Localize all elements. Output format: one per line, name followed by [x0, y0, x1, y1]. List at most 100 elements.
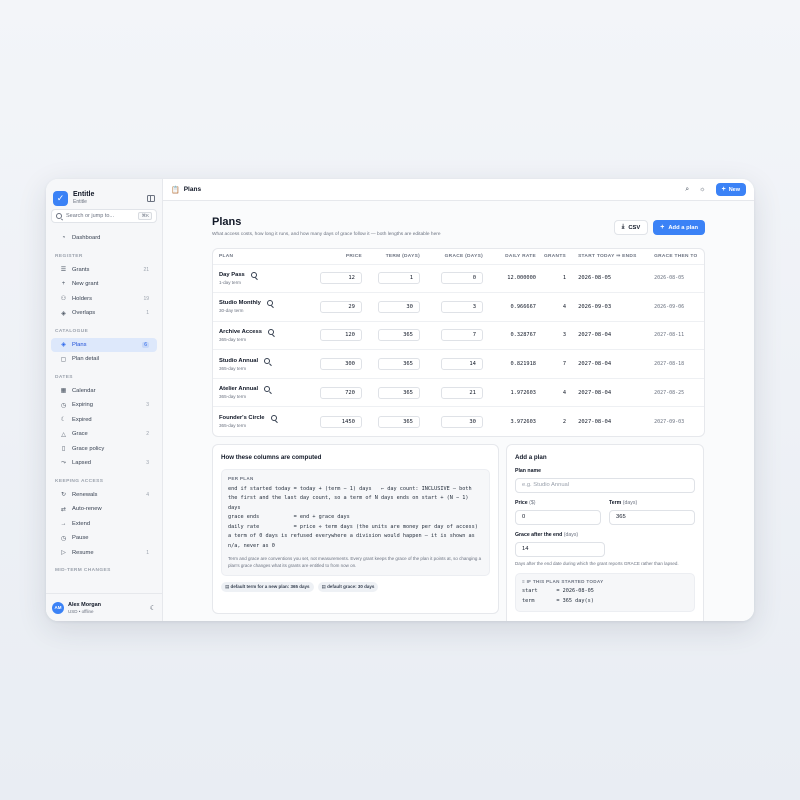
plan-term-label: 365-day term [219, 423, 247, 429]
sidebar-item-count: 3 [146, 460, 149, 467]
term-input[interactable]: 30 [378, 300, 420, 313]
auto-renew-icon: ⇄ [60, 506, 67, 513]
plans-icon: ◈ [61, 342, 66, 349]
search-icon[interactable] [267, 328, 274, 335]
daily-rate: 3.972603 [510, 418, 536, 425]
table-row: Studio Annual 365-day term 300 365 14 0.82191… [213, 349, 704, 379]
term-input[interactable]: 365 [378, 329, 420, 342]
formula-text: end if started today = today + (term − 1… [228, 485, 478, 549]
term-input[interactable]: 1 [378, 272, 420, 285]
price-input[interactable]: 720 [320, 386, 362, 399]
add-plan-button[interactable]: + Add a plan [653, 220, 705, 235]
grace-end-date: 2027-08-25 [650, 378, 704, 408]
price-input[interactable]: 29 [320, 300, 362, 313]
grace-end-date: 2026-09-06 [650, 292, 704, 322]
grace-input[interactable]: 3 [441, 300, 483, 313]
grace-input[interactable]: 14 [441, 358, 483, 371]
breadcrumb: Plans [183, 186, 202, 193]
search-icon[interactable] [264, 386, 271, 393]
pause-icon: ◷ [60, 535, 67, 542]
search-icon[interactable] [264, 357, 271, 364]
sidebar-item-auto-renew[interactable]: ⇄ Auto-renew [51, 502, 157, 517]
started-label: ≡ IF THIS PLAN STARTED TODAY [522, 579, 604, 585]
section-title: CATALOGUE [55, 328, 89, 334]
sidebar-item-label: New grant [72, 281, 99, 288]
term-input[interactable]: 365 [378, 415, 420, 428]
end-date: 2027-08-04 [570, 378, 651, 408]
search-icon[interactable] [270, 415, 277, 422]
download-icon: ⤓ [621, 224, 625, 230]
plan-name: Studio Monthly [219, 300, 261, 307]
sidebar-item-pause[interactable]: ◷ Pause [51, 531, 157, 546]
section-title: REGISTER [55, 253, 83, 259]
sun-icon[interactable]: ☼ [699, 186, 705, 193]
sidebar-item-label: Auto-renew [72, 506, 102, 513]
grace-policy-icon: ▯ [61, 446, 66, 453]
plan-name: Studio Annual [219, 357, 259, 364]
renewals-icon: ↻ [60, 492, 67, 499]
term-input[interactable]: 365 [609, 509, 695, 525]
plan-name-label: Plan name [515, 467, 541, 474]
sidebar-item-overlaps[interactable]: ◈ Overlaps 1 [51, 306, 157, 321]
sidebar-item-expired[interactable]: ☾ Expired [51, 413, 157, 428]
price-input[interactable]: 0 [515, 509, 601, 525]
sidebar-toggle-icon[interactable] [147, 194, 155, 202]
plan-name: Atelier Annual [219, 386, 259, 393]
check-logo-icon: ✓ [53, 190, 68, 206]
price-input[interactable]: 12 [320, 272, 362, 285]
add-plan-title: Add a plan [515, 453, 547, 461]
grace-input[interactable]: 7 [441, 329, 483, 342]
sidebar-item-renewals[interactable]: ↻ Renewals 4 [51, 488, 157, 503]
grants-count: 3 [540, 321, 571, 351]
section-title: MID-TERM CHANGES [55, 568, 111, 573]
sidebar-item-label: Calendar [72, 387, 96, 394]
plan-name: Archive Access [219, 328, 262, 335]
grants-count: 1 [540, 264, 571, 294]
grace-input[interactable]: 30 [441, 415, 483, 428]
col-ends: START TODAY ⇒ ENDS [570, 249, 651, 265]
sidebar-item-plan-detail[interactable]: ▢ Plan detail [51, 352, 157, 367]
search-icon[interactable]: ⌕ [685, 186, 689, 194]
sidebar-item-extend[interactable]: → Extend [51, 517, 157, 532]
sidebar-item-count: 1 [146, 549, 149, 556]
moon-icon[interactable]: ☾ [150, 604, 156, 612]
price-input[interactable]: 300 [320, 358, 362, 371]
add-plan-label: Add a plan [668, 224, 698, 231]
sidebar-item-expiring[interactable]: ◷ Expiring 3 [51, 398, 157, 413]
col-grants: GRANTS [540, 249, 571, 265]
plan-term-label: 365-day term [219, 336, 247, 342]
grace-input[interactable]: 21 [441, 386, 483, 399]
sidebar-item-dashboard[interactable]: ◔ Dashboard [51, 231, 157, 246]
csv-button[interactable]: ⤓ CSV [613, 220, 649, 235]
plan-name-input[interactable]: e.g. Studio Annual [515, 477, 695, 493]
sidebar-item-new-grant[interactable]: + New grant [51, 277, 157, 292]
dashboard-icon: ◔ [61, 235, 66, 242]
grace-input[interactable]: 14 [515, 541, 605, 557]
overlaps-icon: ◈ [61, 310, 66, 317]
sidebar-item-resume[interactable]: ▷ Resume 1 [51, 546, 157, 561]
grace-input[interactable]: 0 [441, 272, 483, 285]
sidebar-item-holders[interactable]: ⚇ Holders 19 [51, 292, 157, 307]
new-button-label: New [728, 186, 740, 193]
grace-label: Grace after the end (days) [515, 531, 579, 538]
term-input[interactable]: 365 [378, 358, 420, 371]
sidebar-item-calendar[interactable]: ▦ Calendar [51, 384, 157, 399]
search-input[interactable]: Search or jump to... ⌘K [51, 209, 157, 223]
col-grace: GRACE (DAYS) [424, 249, 487, 265]
search-icon[interactable] [250, 271, 257, 278]
price-input[interactable]: 1450 [320, 415, 362, 428]
sidebar-item-plans[interactable]: ◈ Plans 6 [51, 337, 157, 352]
search-icon[interactable] [266, 300, 273, 307]
plans-table: PLAN PRICE TERM (DAYS) GRACE (DAYS) DAIL… [213, 249, 704, 436]
sidebar-item-label: Holders [72, 295, 92, 302]
sidebar-item-label: Expiring [72, 402, 93, 409]
price-input[interactable]: 120 [320, 329, 362, 342]
sidebar-item-grants[interactable]: ☰ Grants 21 [51, 263, 157, 278]
sidebar-item-grace[interactable]: △ Grace 2 [51, 427, 157, 442]
sidebar-item-grace-policy[interactable]: ▯ Grace policy [51, 442, 157, 457]
new-button[interactable]: + New [715, 183, 746, 196]
sidebar-item-lapsed[interactable]: ⤳ Lapsed 3 [51, 456, 157, 471]
user-panel[interactable]: AM Alex Morgan USD • offline ☾ [46, 593, 162, 621]
term-input[interactable]: 365 [378, 386, 420, 399]
sidebar-nav: ◔ Dashboard REGISTER ☰ Grants 21 + New grant ⚇ Ho… [46, 223, 162, 593]
